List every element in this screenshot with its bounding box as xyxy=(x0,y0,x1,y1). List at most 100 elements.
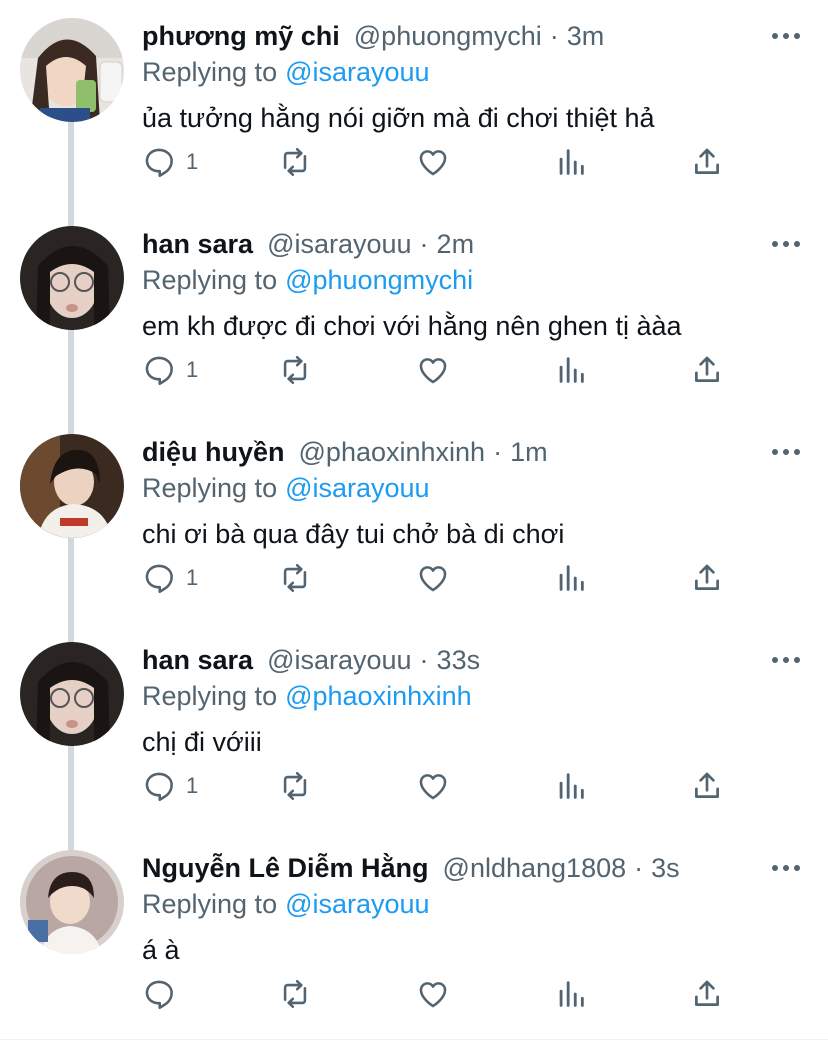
heart-icon xyxy=(419,566,447,592)
share-icon xyxy=(695,980,719,1006)
more-options-button[interactable] xyxy=(772,438,800,466)
replying-to-line: Replying to @phuongmychi xyxy=(142,262,473,298)
replying-to-line: Replying to @phaoxinhxinh xyxy=(142,678,472,714)
separator-dot: · xyxy=(493,436,503,467)
heart-icon xyxy=(419,774,447,800)
replying-to-label: Replying to xyxy=(142,264,278,295)
avatar[interactable] xyxy=(20,642,124,746)
display-name[interactable]: han sara xyxy=(142,645,253,676)
like-button[interactable] xyxy=(416,348,460,392)
like-button[interactable] xyxy=(416,140,460,184)
share-icon xyxy=(695,148,719,174)
more-options-button[interactable] xyxy=(772,230,800,258)
replying-to-mention[interactable]: @phuongmychi xyxy=(285,265,473,296)
avatar-image xyxy=(20,434,124,538)
analytics-button[interactable] xyxy=(554,556,588,600)
replying-to-mention[interactable]: @isarayouu xyxy=(285,57,429,88)
tweet-reply[interactable]: phương mỹ chi @phuongmychi · 3m Replying… xyxy=(0,0,828,208)
user-handle[interactable]: @isarayouu xyxy=(267,229,411,260)
more-options-button[interactable] xyxy=(772,22,800,50)
reply-button[interactable]: 1 xyxy=(142,348,198,392)
timestamp[interactable]: 2m xyxy=(437,229,475,260)
analytics-button[interactable] xyxy=(554,764,588,808)
share-button[interactable] xyxy=(690,348,724,392)
retweet-button[interactable] xyxy=(278,764,322,808)
like-button[interactable] xyxy=(416,764,460,808)
analytics-button[interactable] xyxy=(554,348,588,392)
avatar[interactable] xyxy=(20,226,124,330)
analytics-icon xyxy=(559,357,584,383)
reply-button[interactable]: 1 xyxy=(142,764,198,808)
heart-icon xyxy=(419,150,447,176)
display-name[interactable]: Nguyễn Lê Diễm Hằng xyxy=(142,853,429,884)
retweet-button[interactable] xyxy=(278,556,322,600)
retweet-icon xyxy=(283,771,307,801)
analytics-button[interactable] xyxy=(554,972,588,1016)
separator-dot: · xyxy=(419,644,429,675)
separator-dot: · xyxy=(419,228,429,259)
tweet-reply[interactable]: han sara @isarayouu · 2m Replying to @ph… xyxy=(0,208,828,416)
share-icon xyxy=(695,564,719,590)
reply-icon xyxy=(145,772,173,802)
like-button[interactable] xyxy=(416,556,460,600)
display-name[interactable]: diệu huyền xyxy=(142,437,285,468)
analytics-icon xyxy=(559,773,584,799)
tweet-text: chi ơi bà qua đây tui chở bà di chơi xyxy=(142,518,565,549)
reply-count: 1 xyxy=(186,565,199,590)
analytics-button[interactable] xyxy=(554,140,588,184)
share-button[interactable] xyxy=(690,972,724,1016)
timestamp[interactable]: 33s xyxy=(437,645,481,676)
retweet-icon xyxy=(283,355,307,385)
timestamp[interactable]: 3s xyxy=(651,853,680,884)
heart-icon xyxy=(419,982,447,1008)
analytics-icon xyxy=(559,149,584,175)
replying-to-line: Replying to @isarayouu xyxy=(142,886,430,922)
timestamp[interactable]: 3m xyxy=(567,21,605,52)
tweet-text: chị đi vớiii xyxy=(142,726,262,757)
avatar[interactable] xyxy=(20,18,124,122)
retweet-button[interactable] xyxy=(278,348,322,392)
action-bar xyxy=(142,972,742,1016)
user-handle[interactable]: @phuongmychi xyxy=(354,21,542,52)
share-button[interactable] xyxy=(690,140,724,184)
tweet-text: em kh được đi chơi với hằng nên ghen tị … xyxy=(142,310,682,341)
avatar-image xyxy=(20,642,124,746)
reply-icon xyxy=(145,980,173,1010)
replying-to-mention[interactable]: @phaoxinhxinh xyxy=(285,681,472,712)
tweet-reply[interactable]: Nguyễn Lê Diễm Hằng @nldhang1808 · 3s Re… xyxy=(0,832,828,1040)
display-name[interactable]: phương mỹ chi xyxy=(142,21,340,52)
replying-to-mention[interactable]: @isarayouu xyxy=(285,889,429,920)
share-button[interactable] xyxy=(690,556,724,600)
reply-icon xyxy=(145,148,173,178)
action-bar: 1 xyxy=(142,556,742,600)
reply-button[interactable]: 1 xyxy=(142,140,198,184)
reply-button[interactable] xyxy=(142,972,186,1016)
retweet-button[interactable] xyxy=(278,140,322,184)
reply-button[interactable]: 1 xyxy=(142,556,198,600)
tweet-header: diệu huyền @phaoxinhxinh · 1m xyxy=(142,434,548,470)
retweet-button[interactable] xyxy=(278,972,322,1016)
tweet-text: á à xyxy=(142,934,180,965)
like-button[interactable] xyxy=(416,972,460,1016)
share-button[interactable] xyxy=(690,764,724,808)
avatar[interactable] xyxy=(20,434,124,538)
analytics-icon xyxy=(559,565,584,591)
tweet-text: ủa tưởng hằng nói giỡn mà đi chơi thiệt … xyxy=(142,102,655,133)
more-options-button[interactable] xyxy=(772,854,800,882)
display-name[interactable]: han sara xyxy=(142,229,253,260)
heart-icon xyxy=(419,358,447,384)
user-handle[interactable]: @isarayouu xyxy=(267,645,411,676)
retweet-icon xyxy=(283,147,307,177)
reply-icon xyxy=(145,564,173,594)
user-handle[interactable]: @phaoxinhxinh xyxy=(299,437,486,468)
tweet-reply[interactable]: han sara @isarayouu · 33s Replying to @p… xyxy=(0,624,828,832)
avatar[interactable] xyxy=(20,850,124,954)
tweet-header: Nguyễn Lê Diễm Hằng @nldhang1808 · 3s xyxy=(142,850,680,886)
action-bar: 1 xyxy=(142,140,742,184)
tweet-reply[interactable]: diệu huyền @phaoxinhxinh · 1m Replying t… xyxy=(0,416,828,624)
timestamp[interactable]: 1m xyxy=(510,437,548,468)
replying-to-mention[interactable]: @isarayouu xyxy=(285,473,429,504)
user-handle[interactable]: @nldhang1808 xyxy=(443,853,627,884)
replying-to-line: Replying to @isarayouu xyxy=(142,470,430,506)
more-options-button[interactable] xyxy=(772,646,800,674)
